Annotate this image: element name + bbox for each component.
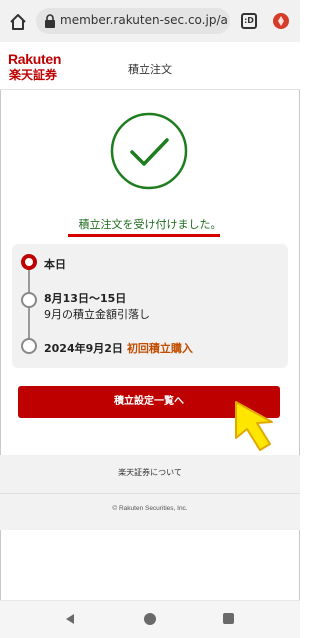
confirmation-message: 積立注文を受け付けました。 <box>78 218 222 231</box>
schedule-timeline: 本日 8月13日〜15日 9月の積立金額引落し 2024年9月2日 初回積立購入 <box>12 244 288 368</box>
timeline-dot-current <box>21 254 37 270</box>
browser-toolbar: member.rakuten-sec.co.jp/app/ :D <box>0 0 300 42</box>
home-icon[interactable] <box>8 12 28 32</box>
copyright-text: © Rakuten Securities, Inc. <box>112 505 188 512</box>
timeline-debit-detail: 9月の積立金額引落し <box>44 308 150 321</box>
footer-divider <box>0 493 300 494</box>
back-icon[interactable] <box>64 613 76 625</box>
site-header: Rakuten 楽天証券 積立注文 <box>0 42 300 90</box>
pointer-arrow-icon <box>235 401 273 451</box>
timeline-dot <box>21 338 37 354</box>
about-rakuten-link[interactable]: 楽天証券について <box>0 467 300 478</box>
success-check-icon <box>110 112 188 190</box>
highlight-underline <box>68 234 220 237</box>
address-bar[interactable]: member.rakuten-sec.co.jp/app/ <box>36 8 230 34</box>
first-purchase-date: 2024年9月2日 <box>44 342 123 355</box>
site-footer: 楽天証券について © Rakuten Securities, Inc. <box>0 455 300 530</box>
timeline-dot <box>21 292 37 308</box>
lock-icon <box>45 14 55 28</box>
timeline-debit-dates: 8月13日〜15日 <box>44 292 127 305</box>
system-nav-bar <box>0 600 300 638</box>
tabs-button[interactable]: :D <box>241 13 257 29</box>
timeline-first-purchase: 2024年9月2日 初回積立購入 <box>44 340 193 356</box>
extension-icon[interactable] <box>272 12 290 30</box>
first-purchase-tag: 初回積立購入 <box>126 342 193 355</box>
timeline-step-today: 本日 <box>44 258 66 271</box>
recents-icon[interactable] <box>223 613 234 624</box>
home-nav-icon[interactable] <box>144 613 156 625</box>
page-title: 積立注文 <box>128 63 172 76</box>
url-text: member.rakuten-sec.co.jp/app/ <box>60 13 228 27</box>
